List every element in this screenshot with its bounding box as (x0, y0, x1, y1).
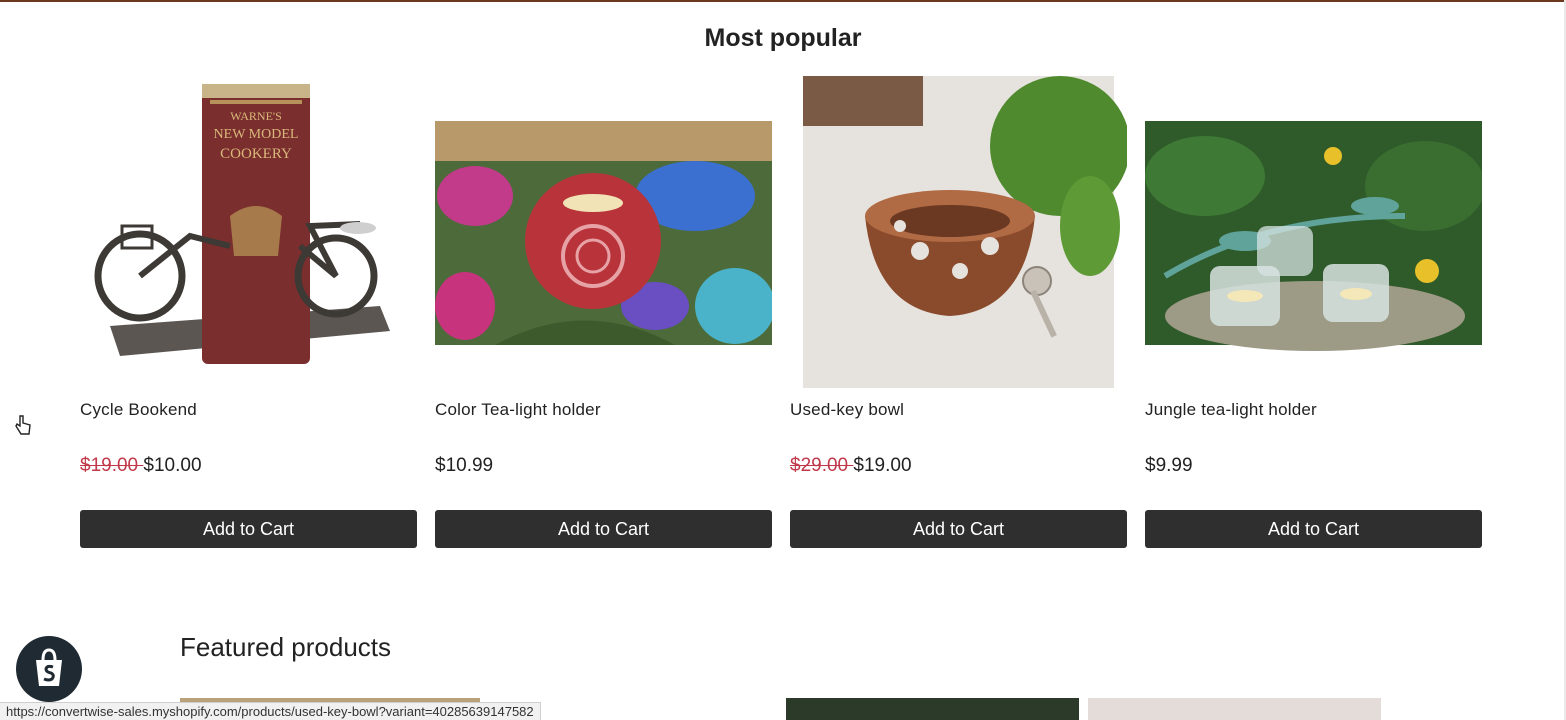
featured-product-image[interactable] (786, 698, 1079, 720)
add-to-cart-button[interactable]: Add to Cart (80, 510, 417, 548)
product-image[interactable]: WARNE'S NEW MODEL COOKERY (80, 76, 417, 388)
product-card[interactable]: Used-key bowl $29.00 $19.00 Add to Cart (790, 0, 1130, 560)
add-to-cart-button[interactable]: Add to Cart (1145, 510, 1482, 548)
sale-price: $10.99 (435, 455, 494, 476)
product-title[interactable]: Used-key bowl (790, 400, 904, 420)
jungle-tea-light-icon (1145, 76, 1485, 388)
cycle-bookend-icon: WARNE'S NEW MODEL COOKERY (80, 76, 417, 388)
svg-text:WARNE'S: WARNE'S (230, 109, 282, 123)
product-title[interactable]: Color Tea-light holder (435, 400, 601, 420)
product-price: $9.99 (1145, 455, 1193, 477)
product-price: $29.00 $19.00 (790, 455, 912, 477)
used-key-bowl-icon (790, 76, 1130, 388)
svg-text:COOKERY: COOKERY (220, 146, 292, 162)
add-to-cart-button[interactable]: Add to Cart (435, 510, 772, 548)
featured-products-title: Featured products (180, 632, 392, 662)
product-title[interactable]: Jungle tea-light holder (1145, 400, 1317, 420)
tea-light-holder-icon (435, 76, 775, 388)
product-price: $10.99 (435, 455, 493, 477)
compare-at-price: $19.00 (80, 455, 144, 476)
shopify-logo-icon (18, 638, 80, 700)
svg-text:NEW MODEL: NEW MODEL (214, 127, 299, 142)
sale-price: $9.99 (1145, 455, 1193, 476)
add-to-cart-button[interactable]: Add to Cart (790, 510, 1127, 548)
product-image[interactable] (435, 76, 775, 388)
product-image[interactable] (790, 76, 1130, 388)
shopify-bag-icon[interactable] (16, 636, 82, 702)
product-card[interactable]: Jungle tea-light holder $9.99 Add to Car… (1145, 0, 1485, 560)
sale-price: $10.00 (143, 455, 202, 476)
product-image[interactable] (1145, 76, 1485, 388)
product-title[interactable]: Cycle Bookend (80, 400, 197, 420)
link-status-bar: https://convertwise-sales.myshopify.com/… (0, 702, 541, 720)
compare-at-price: $29.00 (790, 455, 854, 476)
product-card[interactable]: Color Tea-light holder $10.99 Add to Car… (435, 0, 775, 560)
product-card[interactable]: WARNE'S NEW MODEL COOKERY Cycle Bookend … (80, 0, 417, 560)
featured-product-image[interactable] (1088, 698, 1381, 720)
product-price: $19.00 $10.00 (80, 455, 202, 477)
hand-pointer-icon (14, 414, 32, 441)
sale-price: $19.00 (853, 455, 912, 476)
